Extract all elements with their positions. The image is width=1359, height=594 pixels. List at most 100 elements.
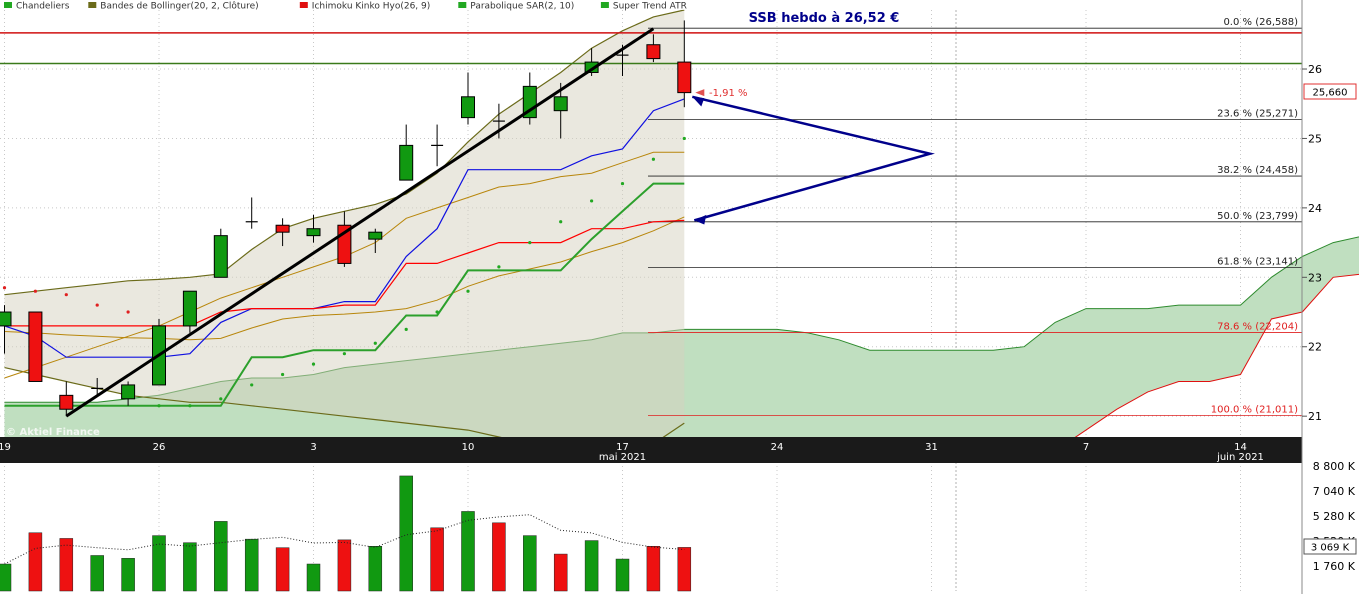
x-tick-sublabel-8: juin 2021	[1216, 452, 1264, 463]
volume-bar-0	[0, 563, 12, 592]
volume-tick-label-4: 8 800 K	[1313, 460, 1356, 473]
volume-bar-10	[306, 563, 321, 592]
candle-body-4	[121, 384, 136, 400]
candle-body-18	[553, 96, 568, 112]
x-axis-band	[0, 437, 1302, 463]
y-tick-label-4: 25	[1308, 132, 1322, 145]
sar-dot-5	[157, 404, 161, 408]
sar-dot-21	[651, 157, 656, 161]
sar-dot-10	[311, 362, 316, 366]
sar-dot-7	[219, 397, 223, 401]
y-tick-label-1: 22	[1308, 341, 1322, 354]
sar-dot-3	[95, 303, 99, 307]
volume-bar-4	[121, 558, 135, 592]
x-tick-sublabel-4: mai 2021	[599, 452, 646, 463]
volume-bar-8	[244, 538, 259, 592]
fib-label-1: 23.6 % (25,271)	[1217, 109, 1298, 120]
price-label: 25,660	[1313, 88, 1348, 99]
volume-bar-18	[553, 553, 568, 592]
volume-tick-label-0: 1 760 K	[1313, 560, 1356, 573]
candle-body-22	[677, 61, 692, 94]
sar-dot-14	[435, 310, 439, 314]
x-tick-label-2: 3	[310, 442, 316, 453]
stock-chart: 0.0 % (26,588) 23.6 % (25,271) 38.2 % (24,…	[0, 0, 1359, 594]
candle-body-13	[399, 144, 414, 181]
fib-label-0: 0.0 % (26,588)	[1223, 17, 1298, 28]
candle-body-6	[182, 290, 197, 327]
sar-dot-16	[497, 265, 501, 269]
sar-dot-4	[126, 310, 130, 314]
volume-bar-15	[461, 511, 475, 592]
fib-label-5: 78.6 % (22,204)	[1217, 322, 1298, 333]
volume-label: 3 069 K	[1311, 543, 1350, 554]
volume-bar-11	[337, 539, 352, 592]
x-tick-label-3: 10	[462, 442, 475, 453]
candle-body-7	[213, 235, 228, 278]
sar-dot-22	[682, 136, 686, 141]
volume-bar-3	[90, 555, 104, 592]
volume-bar-19	[584, 540, 599, 592]
volume-bar-6	[183, 542, 197, 592]
x-tick-label-0: 19	[0, 442, 11, 453]
candle-body-12	[368, 231, 383, 240]
legend-swatch-0	[4, 2, 12, 8]
legend-swatch-3	[458, 2, 467, 8]
legend-swatch-1	[88, 2, 97, 8]
annotation-title: SSB hebdo à 26,52 €	[749, 11, 900, 26]
volume-bar-12	[368, 546, 383, 592]
sar-dot-15	[466, 289, 470, 293]
volume-bar-16	[492, 522, 506, 592]
legend-swatch-2	[299, 2, 308, 8]
sar-dot-19	[590, 199, 594, 203]
candle-body-9	[275, 224, 290, 233]
annotation-change: -1,91 %	[709, 88, 748, 99]
candle-body-15	[461, 96, 475, 119]
y-tick-label-3: 24	[1308, 202, 1322, 215]
x-tick-label-7: 7	[1083, 442, 1089, 453]
sar-dot-20	[620, 181, 625, 186]
sar-dot-12	[373, 341, 377, 345]
sar-dot-13	[404, 327, 408, 331]
volume-bar-22	[677, 547, 692, 592]
candle-body-21	[646, 44, 661, 60]
sar-dot-2	[64, 293, 68, 297]
sar-dot-0	[2, 286, 7, 290]
volume-bar-14	[430, 527, 444, 592]
y-tick-label-2: 23	[1308, 271, 1322, 284]
candle-body-2	[59, 394, 74, 410]
sar-dot-6	[188, 404, 192, 408]
volume-bar-7	[214, 521, 228, 592]
volume-bar-17	[523, 535, 537, 592]
volume-bar-13	[399, 475, 413, 592]
sar-dot-11	[342, 352, 346, 356]
volume-bar-9	[275, 547, 290, 592]
legend-swatch-4	[600, 2, 609, 8]
sar-dot-17	[528, 240, 532, 245]
legend-label-2: Ichimoku Kinko Hyo(26, 9)	[312, 2, 430, 12]
legend-label-0: Chandeliers	[16, 2, 70, 12]
volume-bar-21	[646, 546, 661, 592]
x-tick-label-1: 26	[153, 442, 166, 453]
volume-bar-1	[28, 532, 43, 592]
candle-body-10	[306, 228, 321, 237]
fib-label-4: 61.8 % (23,141)	[1217, 257, 1298, 268]
volume-bar-20	[615, 558, 630, 592]
fib-label-2: 38.2 % (24,458)	[1217, 165, 1298, 176]
volume-bar-2	[59, 538, 74, 592]
legend-label-3: Parabolique SAR(2, 10)	[470, 2, 574, 12]
sar-dot-8	[250, 383, 254, 387]
legend-label-1: Bandes de Bollinger(20, 2, Clôture)	[100, 1, 258, 12]
fib-label-6: 100.0 % (21,011)	[1211, 404, 1298, 415]
volume-tick-label-2: 5 280 K	[1313, 510, 1356, 523]
legend-label-4: Super Trend ATR	[613, 2, 687, 12]
fib-label-3: 50.0 % (23,799)	[1217, 211, 1298, 222]
sar-dot-1	[33, 289, 38, 293]
sar-dot-9	[281, 372, 285, 377]
sar-dot-18	[559, 220, 563, 224]
x-tick-label-5: 24	[771, 442, 784, 453]
candle-body-0	[0, 311, 12, 327]
y-tick-label-5: 26	[1308, 63, 1322, 76]
y-tick-label-0: 21	[1308, 410, 1322, 423]
candle-body-1	[28, 311, 43, 382]
watermark: © Aktiel Finance	[6, 427, 100, 438]
